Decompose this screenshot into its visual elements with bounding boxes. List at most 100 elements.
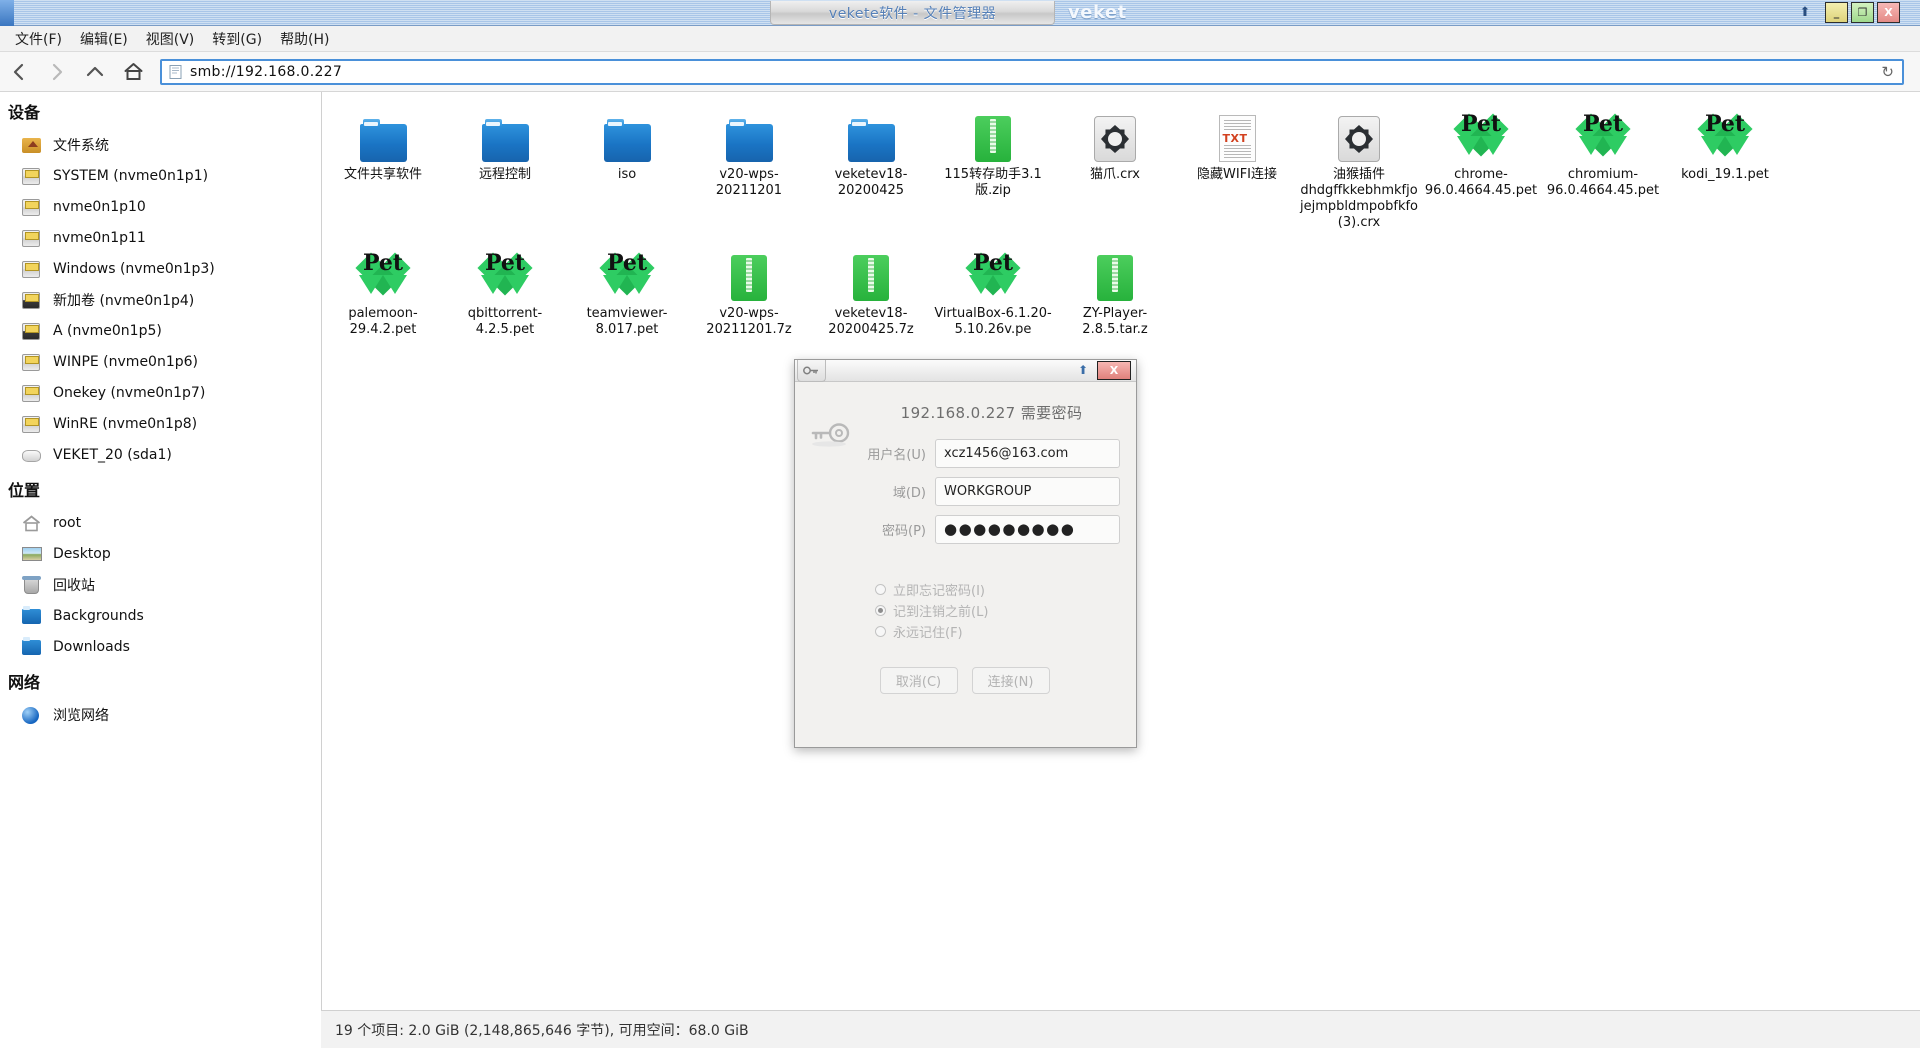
- sidebar-item[interactable]: nvme0n1p10: [0, 191, 320, 222]
- sidebar-item[interactable]: A (nvme0n1p5): [0, 315, 320, 346]
- back-button[interactable]: [0, 55, 38, 89]
- menu-edit[interactable]: 编辑(E): [71, 26, 137, 52]
- sidebar-item[interactable]: root: [0, 507, 320, 538]
- crx-extension-icon: [1094, 116, 1136, 162]
- window-title-chip[interactable]: vekete软件 - 文件管理器: [770, 1, 1055, 25]
- menu-help[interactable]: 帮助(H): [271, 26, 338, 52]
- file-item[interactable]: 远程控制: [444, 92, 566, 231]
- radio-button-icon[interactable]: [875, 604, 886, 616]
- password-dialog[interactable]: ⬆ X 192.168.0.227 需要密码 用户名(U) xcz1456@163…: [794, 359, 1137, 748]
- sidebar-item[interactable]: VEKET_20 (sda1): [0, 439, 320, 470]
- sidebar-item[interactable]: nvme0n1p11: [0, 222, 320, 253]
- file-icon-wrap: Pet: [355, 245, 411, 301]
- radio-button-icon[interactable]: [875, 583, 886, 595]
- dialog-radio-group[interactable]: 立即忘记密码(I) 记到注销之前(L) 永远记住(F): [809, 553, 1120, 641]
- text-file-icon: TXT: [1218, 115, 1256, 162]
- file-item[interactable]: 115转存助手3.1版.zip: [932, 92, 1054, 231]
- pet-package-icon: Pet: [355, 251, 411, 301]
- password-field-value: ●●●●●●●●●: [944, 520, 1076, 538]
- dialog-close-glyph: X: [1109, 364, 1119, 377]
- forward-button[interactable]: [38, 55, 76, 89]
- file-item[interactable]: ZY-Player-2.8.5.tar.z: [1054, 231, 1176, 338]
- sidebar-item[interactable]: 回收站: [0, 569, 320, 600]
- key-icon: [797, 360, 826, 382]
- file-item[interactable]: veketev18-20200425: [810, 92, 932, 231]
- file-item[interactable]: iso: [566, 92, 688, 231]
- sidebar-item[interactable]: SYSTEM (nvme0n1p1): [0, 160, 320, 191]
- folder-icon: [359, 119, 407, 162]
- sidebar-item-label: root: [53, 514, 82, 531]
- menu-go[interactable]: 转到(G): [203, 26, 271, 52]
- cancel-button[interactable]: 取消(C): [879, 667, 958, 694]
- radio-remember-forever[interactable]: 永远记住(F): [875, 621, 1120, 641]
- file-item[interactable]: 猫爪.crx: [1054, 92, 1176, 231]
- file-label: 文件共享软件: [343, 167, 422, 182]
- radio-forget-immediately-label: 立即忘记密码(I): [893, 583, 985, 599]
- file-item[interactable]: TXT 隐藏WIFI连接: [1176, 92, 1298, 231]
- up-button[interactable]: [76, 55, 114, 89]
- sidebar-section-devices-heading: 设备: [8, 103, 41, 122]
- username-field[interactable]: xcz1456@163.com: [935, 439, 1120, 468]
- desktop-icon: [22, 544, 44, 564]
- radio-button-icon[interactable]: [875, 625, 886, 637]
- sidebar-item-label: 回收站: [53, 577, 95, 594]
- home-icon: [22, 513, 44, 533]
- hard-disk-icon: [22, 445, 44, 465]
- file-item[interactable]: Pet VirtualBox-6.1.20-5.10.26v.pe: [932, 231, 1054, 338]
- sidebar-item-label: 文件系统: [53, 137, 109, 154]
- sidebar-item-label: Onekey (nvme0n1p7): [53, 384, 206, 401]
- sidebar-item[interactable]: WINPE (nvme0n1p6): [0, 346, 320, 377]
- connect-button[interactable]: 连接(N): [971, 667, 1050, 694]
- radio-remember-until-logout[interactable]: 记到注销之前(L): [875, 600, 1120, 620]
- sidebar-item-label: WINPE (nvme0n1p6): [53, 353, 198, 370]
- sidebar: 设备 文件系统 SYSTEM (nvme0n1p1) nvme0n1p10 nvme0n…: [0, 92, 320, 1048]
- domain-field[interactable]: WORKGROUP: [935, 477, 1120, 506]
- menu-view[interactable]: 视图(V): [137, 26, 204, 52]
- folder-icon: [22, 606, 44, 626]
- dialog-button-row: 取消(C) 连接(N): [809, 667, 1120, 694]
- maximize-button[interactable]: ❐: [1851, 2, 1874, 23]
- sidebar-item[interactable]: 文件系统: [0, 129, 320, 160]
- sidebar-item[interactable]: WinRE (nvme0n1p8): [0, 408, 320, 439]
- minimize-button[interactable]: _: [1825, 2, 1848, 23]
- file-label: chromium-96.0.4664.45.pet: [1546, 167, 1660, 198]
- sidebar-item[interactable]: 浏览网络: [0, 699, 320, 730]
- pin-icon[interactable]: ⬆: [1798, 5, 1812, 21]
- close-button[interactable]: X: [1877, 2, 1900, 23]
- username-field-label: 用户名(U): [867, 448, 926, 463]
- dialog-pin-icon[interactable]: ⬆: [1078, 363, 1088, 377]
- file-label: chrome-96.0.4664.45.pet: [1424, 167, 1538, 198]
- archive-icon: [853, 255, 889, 301]
- sidebar-item[interactable]: Backgrounds: [0, 600, 320, 631]
- dialog-close-button[interactable]: X: [1097, 361, 1131, 380]
- file-item[interactable]: Pet kodi_19.1.pet: [1664, 92, 1786, 231]
- file-item[interactable]: Pet chromium-96.0.4664.45.pet: [1542, 92, 1664, 231]
- sidebar-item[interactable]: 新加卷 (nvme0n1p4): [0, 284, 320, 315]
- sidebar-item[interactable]: Downloads: [0, 631, 320, 662]
- file-item[interactable]: v20-wps-20211201.7z: [688, 231, 810, 338]
- file-item[interactable]: 油猴插件dhdgffkkebhmkfjojejmpbldmpobfkfo (3)…: [1298, 92, 1420, 231]
- file-item[interactable]: veketev18-20200425.7z: [810, 231, 932, 338]
- sidebar-item-label: VEKET_20 (sda1): [53, 446, 172, 463]
- radio-forget-immediately[interactable]: 立即忘记密码(I): [875, 579, 1120, 599]
- sidebar-item[interactable]: Desktop: [0, 538, 320, 569]
- sidebar-item[interactable]: Onekey (nvme0n1p7): [0, 377, 320, 408]
- file-item[interactable]: Pet teamviewer-8.017.pet: [566, 231, 688, 338]
- sidebar-item[interactable]: Windows (nvme0n1p3): [0, 253, 320, 284]
- file-item[interactable]: v20-wps-20211201: [688, 92, 810, 231]
- reload-icon[interactable]: ↻: [1881, 63, 1896, 81]
- status-text: 19 个项目: 2.0 GiB (2,148,865,646 字节), 可用空间…: [335, 1022, 749, 1039]
- sidebar-item-label: Windows (nvme0n1p3): [53, 260, 215, 277]
- file-item[interactable]: Pet qbittorrent-4.2.5.pet: [444, 231, 566, 338]
- file-item[interactable]: Pet palemoon-29.4.2.pet: [322, 231, 444, 338]
- password-field[interactable]: ●●●●●●●●●: [935, 515, 1120, 544]
- home-button[interactable]: [114, 55, 152, 89]
- menu-file[interactable]: 文件(F): [6, 26, 71, 52]
- sidebar-item-label: Desktop: [53, 545, 111, 562]
- file-item[interactable]: Pet chrome-96.0.4664.45.pet: [1420, 92, 1542, 231]
- drive-icon: [22, 197, 44, 217]
- address-bar[interactable]: smb://192.168.0.227 ↻: [160, 58, 1904, 85]
- file-item[interactable]: 文件共享软件: [322, 92, 444, 231]
- radio-remember-forever-label: 永远记住(F): [893, 625, 963, 641]
- file-label: 隐藏WIFI连接: [1197, 167, 1277, 182]
